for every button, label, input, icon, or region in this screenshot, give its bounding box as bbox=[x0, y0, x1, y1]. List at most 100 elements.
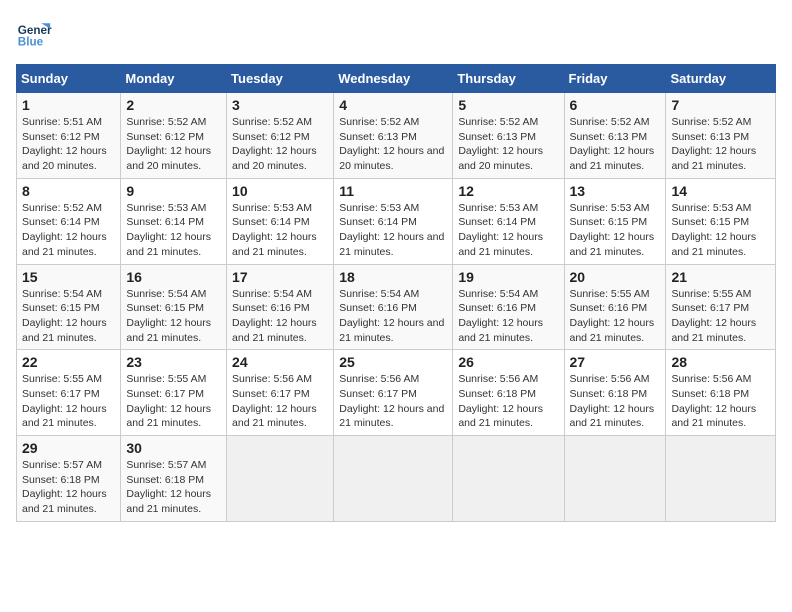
calendar-week-row: 8 Sunrise: 5:52 AMSunset: 6:14 PMDayligh… bbox=[17, 178, 776, 264]
day-detail: Sunrise: 5:55 AMSunset: 6:17 PMDaylight:… bbox=[671, 288, 756, 344]
day-detail: Sunrise: 5:55 AMSunset: 6:17 PMDaylight:… bbox=[22, 373, 107, 429]
day-number: 16 bbox=[126, 269, 221, 285]
calendar-cell: 12 Sunrise: 5:53 AMSunset: 6:14 PMDaylig… bbox=[453, 178, 564, 264]
calendar-cell: 14 Sunrise: 5:53 AMSunset: 6:15 PMDaylig… bbox=[666, 178, 776, 264]
calendar-week-row: 1 Sunrise: 5:51 AMSunset: 6:12 PMDayligh… bbox=[17, 93, 776, 179]
day-detail: Sunrise: 5:56 AMSunset: 6:18 PMDaylight:… bbox=[570, 373, 655, 429]
day-detail: Sunrise: 5:54 AMSunset: 6:16 PMDaylight:… bbox=[232, 288, 317, 344]
calendar-cell: 7 Sunrise: 5:52 AMSunset: 6:13 PMDayligh… bbox=[666, 93, 776, 179]
day-number: 14 bbox=[671, 183, 770, 199]
day-number: 7 bbox=[671, 97, 770, 113]
day-number: 20 bbox=[570, 269, 661, 285]
day-detail: Sunrise: 5:54 AMSunset: 6:16 PMDaylight:… bbox=[458, 288, 543, 344]
calendar-cell: 30 Sunrise: 5:57 AMSunset: 6:18 PMDaylig… bbox=[121, 436, 227, 522]
day-detail: Sunrise: 5:52 AMSunset: 6:12 PMDaylight:… bbox=[232, 116, 317, 172]
calendar-cell: 2 Sunrise: 5:52 AMSunset: 6:12 PMDayligh… bbox=[121, 93, 227, 179]
calendar-cell: 28 Sunrise: 5:56 AMSunset: 6:18 PMDaylig… bbox=[666, 350, 776, 436]
weekday-header-friday: Friday bbox=[564, 65, 666, 93]
calendar-week-row: 29 Sunrise: 5:57 AMSunset: 6:18 PMDaylig… bbox=[17, 436, 776, 522]
calendar-cell: 27 Sunrise: 5:56 AMSunset: 6:18 PMDaylig… bbox=[564, 350, 666, 436]
day-detail: Sunrise: 5:54 AMSunset: 6:15 PMDaylight:… bbox=[126, 288, 211, 344]
header: General Blue bbox=[16, 16, 776, 52]
day-number: 22 bbox=[22, 354, 115, 370]
day-number: 1 bbox=[22, 97, 115, 113]
day-detail: Sunrise: 5:53 AMSunset: 6:14 PMDaylight:… bbox=[339, 202, 444, 258]
calendar-cell: 23 Sunrise: 5:55 AMSunset: 6:17 PMDaylig… bbox=[121, 350, 227, 436]
calendar-cell bbox=[334, 436, 453, 522]
calendar-cell bbox=[666, 436, 776, 522]
weekday-header-thursday: Thursday bbox=[453, 65, 564, 93]
day-detail: Sunrise: 5:56 AMSunset: 6:17 PMDaylight:… bbox=[232, 373, 317, 429]
day-detail: Sunrise: 5:52 AMSunset: 6:13 PMDaylight:… bbox=[570, 116, 655, 172]
calendar-cell: 11 Sunrise: 5:53 AMSunset: 6:14 PMDaylig… bbox=[334, 178, 453, 264]
day-number: 28 bbox=[671, 354, 770, 370]
calendar-week-row: 15 Sunrise: 5:54 AMSunset: 6:15 PMDaylig… bbox=[17, 264, 776, 350]
day-detail: Sunrise: 5:53 AMSunset: 6:14 PMDaylight:… bbox=[458, 202, 543, 258]
day-number: 29 bbox=[22, 440, 115, 456]
day-number: 21 bbox=[671, 269, 770, 285]
day-number: 4 bbox=[339, 97, 447, 113]
day-number: 26 bbox=[458, 354, 558, 370]
calendar-cell: 1 Sunrise: 5:51 AMSunset: 6:12 PMDayligh… bbox=[17, 93, 121, 179]
day-detail: Sunrise: 5:54 AMSunset: 6:15 PMDaylight:… bbox=[22, 288, 107, 344]
calendar-cell bbox=[227, 436, 334, 522]
weekday-header-sunday: Sunday bbox=[17, 65, 121, 93]
day-number: 9 bbox=[126, 183, 221, 199]
calendar-cell: 20 Sunrise: 5:55 AMSunset: 6:16 PMDaylig… bbox=[564, 264, 666, 350]
weekday-header-row: SundayMondayTuesdayWednesdayThursdayFrid… bbox=[17, 65, 776, 93]
day-number: 8 bbox=[22, 183, 115, 199]
weekday-header-saturday: Saturday bbox=[666, 65, 776, 93]
day-number: 19 bbox=[458, 269, 558, 285]
day-number: 24 bbox=[232, 354, 328, 370]
day-detail: Sunrise: 5:54 AMSunset: 6:16 PMDaylight:… bbox=[339, 288, 444, 344]
day-number: 25 bbox=[339, 354, 447, 370]
day-detail: Sunrise: 5:57 AMSunset: 6:18 PMDaylight:… bbox=[22, 459, 107, 515]
day-detail: Sunrise: 5:52 AMSunset: 6:13 PMDaylight:… bbox=[458, 116, 543, 172]
calendar-cell: 9 Sunrise: 5:53 AMSunset: 6:14 PMDayligh… bbox=[121, 178, 227, 264]
calendar-cell: 18 Sunrise: 5:54 AMSunset: 6:16 PMDaylig… bbox=[334, 264, 453, 350]
day-number: 13 bbox=[570, 183, 661, 199]
weekday-header-wednesday: Wednesday bbox=[334, 65, 453, 93]
calendar-cell: 3 Sunrise: 5:52 AMSunset: 6:12 PMDayligh… bbox=[227, 93, 334, 179]
calendar-cell: 21 Sunrise: 5:55 AMSunset: 6:17 PMDaylig… bbox=[666, 264, 776, 350]
calendar-week-row: 22 Sunrise: 5:55 AMSunset: 6:17 PMDaylig… bbox=[17, 350, 776, 436]
calendar-cell: 16 Sunrise: 5:54 AMSunset: 6:15 PMDaylig… bbox=[121, 264, 227, 350]
calendar-cell: 5 Sunrise: 5:52 AMSunset: 6:13 PMDayligh… bbox=[453, 93, 564, 179]
day-number: 12 bbox=[458, 183, 558, 199]
day-detail: Sunrise: 5:52 AMSunset: 6:13 PMDaylight:… bbox=[671, 116, 756, 172]
day-detail: Sunrise: 5:57 AMSunset: 6:18 PMDaylight:… bbox=[126, 459, 211, 515]
calendar-cell: 19 Sunrise: 5:54 AMSunset: 6:16 PMDaylig… bbox=[453, 264, 564, 350]
calendar-cell: 10 Sunrise: 5:53 AMSunset: 6:14 PMDaylig… bbox=[227, 178, 334, 264]
svg-text:Blue: Blue bbox=[18, 36, 44, 49]
day-number: 17 bbox=[232, 269, 328, 285]
day-number: 15 bbox=[22, 269, 115, 285]
day-number: 30 bbox=[126, 440, 221, 456]
day-number: 2 bbox=[126, 97, 221, 113]
calendar-cell: 6 Sunrise: 5:52 AMSunset: 6:13 PMDayligh… bbox=[564, 93, 666, 179]
calendar-cell: 29 Sunrise: 5:57 AMSunset: 6:18 PMDaylig… bbox=[17, 436, 121, 522]
day-detail: Sunrise: 5:53 AMSunset: 6:15 PMDaylight:… bbox=[671, 202, 756, 258]
calendar-cell bbox=[564, 436, 666, 522]
calendar-cell: 22 Sunrise: 5:55 AMSunset: 6:17 PMDaylig… bbox=[17, 350, 121, 436]
weekday-header-monday: Monday bbox=[121, 65, 227, 93]
day-detail: Sunrise: 5:56 AMSunset: 6:18 PMDaylight:… bbox=[671, 373, 756, 429]
day-detail: Sunrise: 5:55 AMSunset: 6:17 PMDaylight:… bbox=[126, 373, 211, 429]
calendar-cell bbox=[453, 436, 564, 522]
day-detail: Sunrise: 5:53 AMSunset: 6:14 PMDaylight:… bbox=[232, 202, 317, 258]
day-number: 3 bbox=[232, 97, 328, 113]
day-number: 23 bbox=[126, 354, 221, 370]
day-detail: Sunrise: 5:53 AMSunset: 6:15 PMDaylight:… bbox=[570, 202, 655, 258]
day-number: 27 bbox=[570, 354, 661, 370]
day-number: 5 bbox=[458, 97, 558, 113]
calendar-cell: 15 Sunrise: 5:54 AMSunset: 6:15 PMDaylig… bbox=[17, 264, 121, 350]
day-detail: Sunrise: 5:55 AMSunset: 6:16 PMDaylight:… bbox=[570, 288, 655, 344]
day-number: 6 bbox=[570, 97, 661, 113]
day-detail: Sunrise: 5:56 AMSunset: 6:18 PMDaylight:… bbox=[458, 373, 543, 429]
calendar-table: SundayMondayTuesdayWednesdayThursdayFrid… bbox=[16, 64, 776, 522]
calendar-cell: 13 Sunrise: 5:53 AMSunset: 6:15 PMDaylig… bbox=[564, 178, 666, 264]
calendar-cell: 8 Sunrise: 5:52 AMSunset: 6:14 PMDayligh… bbox=[17, 178, 121, 264]
calendar-cell: 26 Sunrise: 5:56 AMSunset: 6:18 PMDaylig… bbox=[453, 350, 564, 436]
calendar-cell: 25 Sunrise: 5:56 AMSunset: 6:17 PMDaylig… bbox=[334, 350, 453, 436]
calendar-cell: 24 Sunrise: 5:56 AMSunset: 6:17 PMDaylig… bbox=[227, 350, 334, 436]
calendar-cell: 17 Sunrise: 5:54 AMSunset: 6:16 PMDaylig… bbox=[227, 264, 334, 350]
